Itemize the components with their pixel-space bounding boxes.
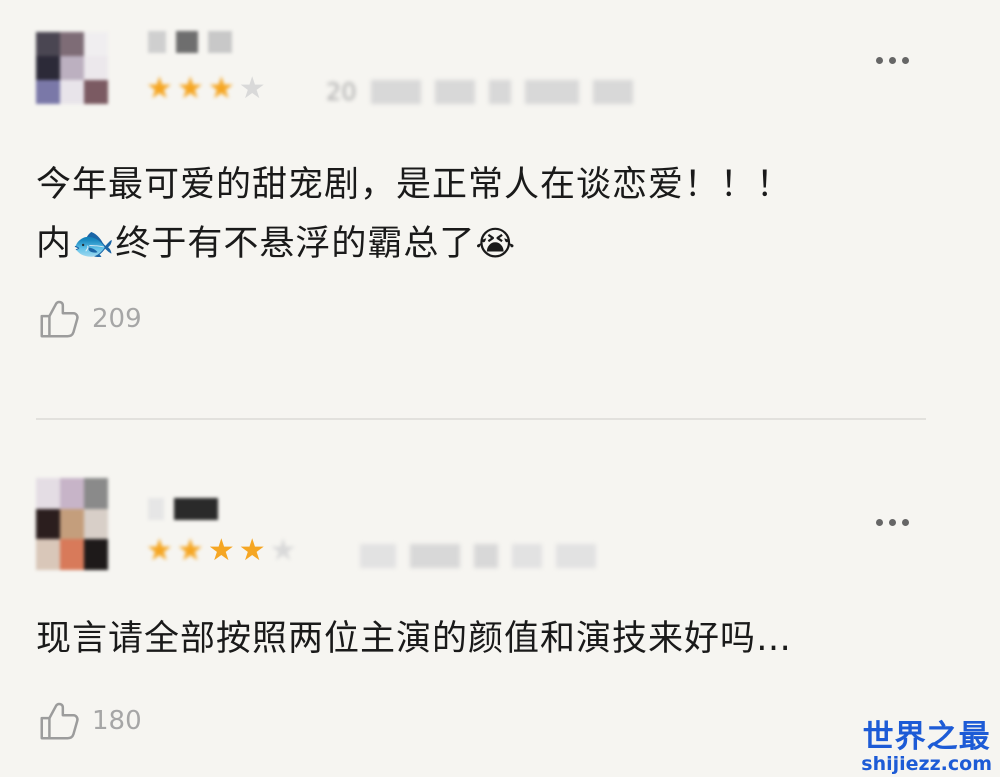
comment-item: ★ ★ ★ ★ 20 今年最可爱的甜宠剧，是正常人在谈恋爱！！！ 内🐟终于有不悬…: [0, 0, 1000, 420]
like-button[interactable]: 209: [36, 296, 142, 342]
star-rating: ★ ★ ★ ★ ★: [146, 536, 297, 566]
like-count: 209: [92, 304, 142, 334]
star-icon: ★: [207, 71, 235, 106]
avatar[interactable]: [36, 478, 108, 570]
username[interactable]: [148, 495, 218, 523]
watermark: 世界之最 shijiezz.com: [861, 720, 992, 775]
comment-date: [360, 544, 596, 568]
username[interactable]: [148, 28, 232, 56]
like-count: 180: [92, 706, 142, 736]
star-icon: ★: [207, 533, 235, 568]
fish-emoji-icon: 🐟: [72, 224, 116, 264]
more-options-icon[interactable]: [872, 512, 912, 532]
comment-date: 20: [326, 78, 633, 106]
star-rating: ★ ★ ★ ★: [146, 74, 266, 104]
comment-text: 今年最可爱的甜宠剧，是正常人在谈恋爱！！！ 内🐟终于有不悬浮的霸总了😭: [36, 156, 936, 274]
star-icon: ★: [146, 533, 173, 568]
comment-text: 现言请全部按照两位主演的颜值和演技来好吗…: [36, 619, 793, 659]
like-button[interactable]: 180: [36, 698, 142, 744]
star-icon: ★: [176, 533, 204, 568]
more-options-icon[interactable]: [872, 50, 912, 70]
crying-face-emoji-icon: 😭: [475, 224, 517, 264]
star-icon: ★: [146, 71, 173, 106]
star-icon: ★: [238, 533, 266, 568]
thumbs-up-icon: [40, 702, 79, 740]
thumbs-up-icon: [40, 300, 79, 338]
comment-text-line: 今年最可爱的甜宠剧，是正常人在谈恋爱！！！: [36, 165, 793, 205]
star-half-icon: ★: [269, 533, 297, 568]
watermark-url: shijiezz.com: [861, 753, 992, 776]
comment-text-line: 内🐟终于有不悬浮的霸总了😭: [36, 224, 517, 264]
avatar[interactable]: [36, 32, 108, 104]
watermark-title: 世界之最: [862, 719, 991, 756]
star-empty-icon: ★: [238, 71, 266, 106]
star-icon: ★: [176, 71, 204, 106]
comment-item: ★ ★ ★ ★ ★ 现言请全部按照两位主演的颜值和演技来好吗… 180: [0, 420, 1000, 777]
